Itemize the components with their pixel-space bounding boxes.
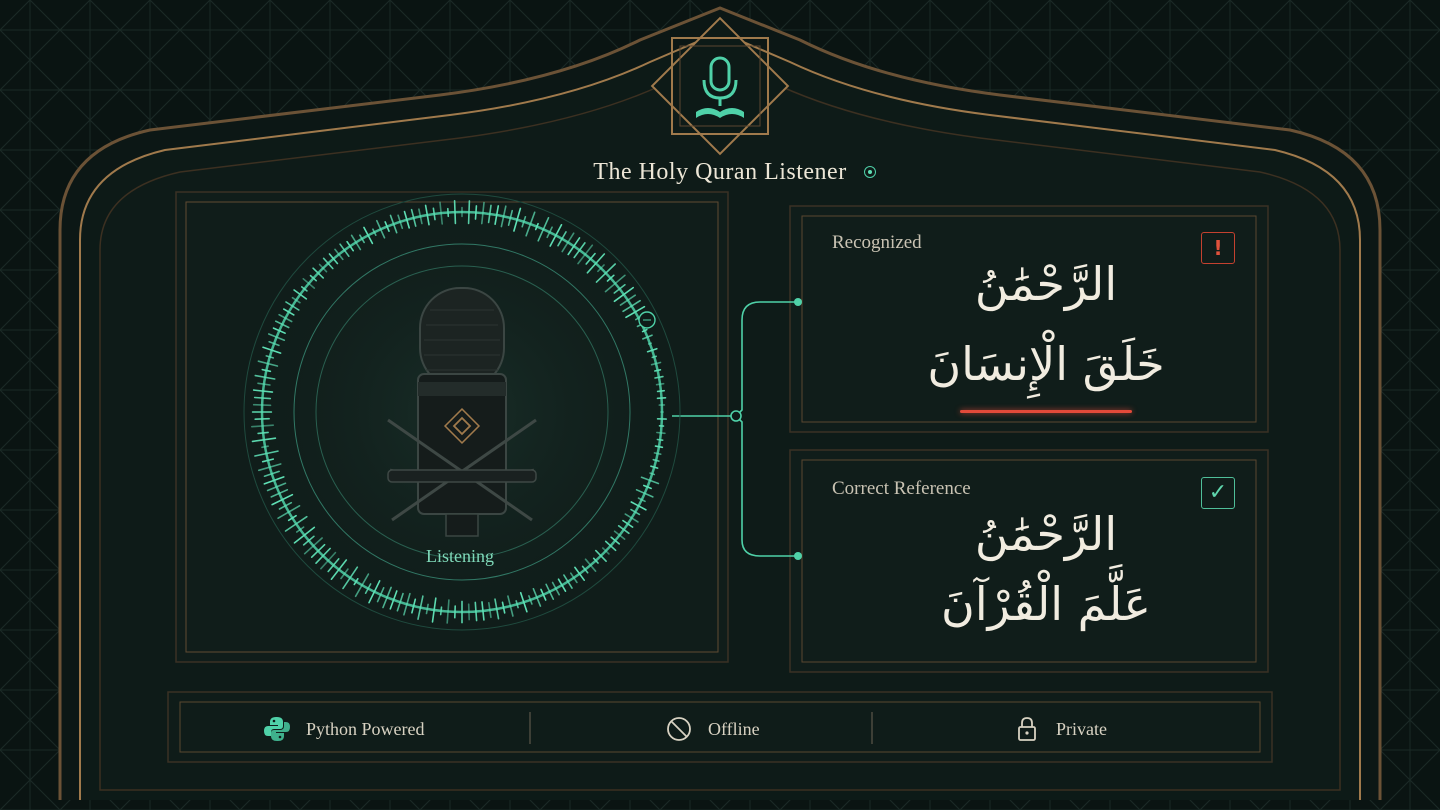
python-icon bbox=[264, 717, 290, 741]
waveform-bar bbox=[261, 368, 272, 373]
waveform-bar bbox=[617, 524, 630, 535]
waveform-bar bbox=[293, 526, 316, 544]
waveform-bar bbox=[330, 559, 348, 581]
waveform-bar bbox=[447, 207, 450, 218]
lock-icon bbox=[1018, 717, 1036, 741]
waveform-bar bbox=[654, 375, 664, 379]
waveform-bar bbox=[622, 519, 634, 528]
waveform-bar bbox=[339, 243, 350, 257]
footer-label: Private bbox=[1056, 718, 1107, 739]
waveform-bar bbox=[501, 601, 506, 614]
footer-private: Private bbox=[1012, 712, 1107, 746]
waveform-bar bbox=[557, 231, 567, 247]
reference-label: Correct Reference bbox=[832, 478, 971, 499]
waveform-bar bbox=[650, 465, 659, 469]
no-signal-icon bbox=[667, 717, 691, 741]
waveform-bar bbox=[293, 289, 308, 300]
waveform-bar bbox=[350, 234, 362, 251]
microphone-illustration bbox=[387, 287, 537, 537]
waveform-bar bbox=[653, 369, 662, 372]
waveform-bar bbox=[651, 355, 658, 359]
footer-label: Python Powered bbox=[306, 718, 425, 739]
reference-verse-line-2: عَلَّمَ الْقُرْآنَ bbox=[941, 577, 1151, 631]
listening-status: Listening bbox=[426, 546, 494, 566]
waveform-bar bbox=[656, 431, 666, 435]
waveform-bar bbox=[630, 501, 647, 511]
waveform-bar bbox=[439, 201, 443, 225]
waveform-bar bbox=[619, 294, 637, 306]
waveform-bar bbox=[573, 242, 586, 259]
ornamental-background bbox=[0, 0, 1440, 810]
waveform-bar bbox=[474, 205, 478, 220]
waveform-bar bbox=[480, 201, 485, 225]
waveform-bar bbox=[253, 396, 272, 400]
recognized-verse-line-2: خَلَقَ الْإِنسَانَ bbox=[927, 337, 1165, 391]
status-indicator-icon bbox=[864, 166, 876, 178]
waveform-bar bbox=[261, 445, 269, 449]
waveform-bar bbox=[453, 199, 457, 225]
waveform-bar bbox=[563, 574, 573, 589]
waveform-bar bbox=[257, 431, 269, 435]
waveform-bar bbox=[265, 355, 275, 359]
waveform-bar bbox=[250, 424, 275, 428]
waveform-bar bbox=[342, 566, 359, 590]
waveform-bar bbox=[647, 342, 653, 345]
waveform-bar bbox=[285, 301, 300, 311]
waveform-bar bbox=[432, 207, 436, 221]
waveform-bar bbox=[257, 382, 271, 386]
waveform-bar bbox=[652, 458, 660, 462]
waveform-bar bbox=[363, 226, 374, 245]
waveform-bar bbox=[446, 599, 450, 624]
waveform-bar bbox=[284, 515, 308, 532]
waveform-bar bbox=[653, 452, 662, 456]
waveform-bar bbox=[425, 603, 429, 615]
app-title: The Holy Quran Listener bbox=[593, 159, 847, 185]
footer-python-powered: Python Powered bbox=[262, 712, 425, 746]
error-highlight bbox=[960, 410, 1132, 413]
waveform-bar bbox=[252, 389, 274, 393]
waveform-bar bbox=[656, 438, 664, 442]
waveform-bar bbox=[474, 601, 478, 622]
waveform-bar bbox=[515, 600, 519, 609]
waveform-bar bbox=[487, 601, 492, 619]
waveform-bar bbox=[467, 200, 471, 225]
waveform-bar bbox=[650, 361, 662, 366]
waveform-bar bbox=[467, 603, 470, 621]
waveform-bar bbox=[656, 389, 666, 393]
waveform-bar bbox=[481, 601, 485, 621]
waveform-bar bbox=[439, 606, 443, 616]
waveform-bar bbox=[655, 382, 665, 386]
waveform-bar bbox=[656, 397, 667, 400]
recognized-verse-line-1: الرَّحْمَٰنُ bbox=[974, 257, 1118, 311]
logo-medallion bbox=[650, 16, 790, 156]
waveform-bar bbox=[534, 222, 539, 231]
audio-visualizer bbox=[243, 193, 681, 631]
waveform-bar bbox=[624, 513, 639, 523]
waveform-bar bbox=[254, 417, 270, 420]
waveform-bar bbox=[252, 403, 272, 407]
footer-offline: Offline bbox=[664, 712, 760, 746]
waveform-bar bbox=[654, 445, 664, 449]
waveform-bar bbox=[577, 244, 594, 265]
waveform-bar bbox=[574, 566, 586, 582]
footer-label: Offline bbox=[708, 718, 760, 739]
reference-verse-line-1: الرَّحْمَٰنُ bbox=[974, 507, 1118, 561]
waveform-bar bbox=[604, 274, 626, 293]
